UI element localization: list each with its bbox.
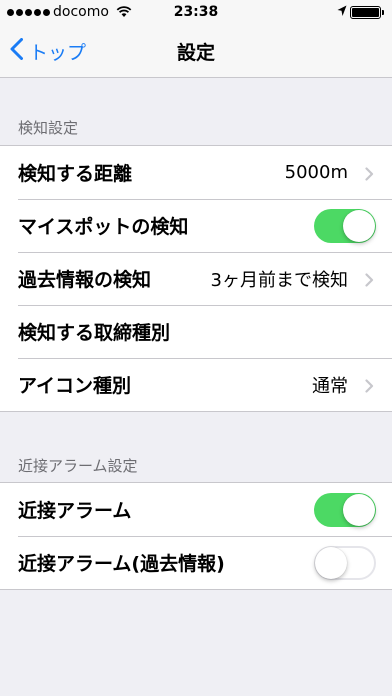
proximity-alarm-group: 近接アラーム 近接アラーム(過去情報) [0, 482, 392, 590]
row-detection-distance[interactable]: 検知する距離 5000m [0, 146, 392, 199]
chevron-right-icon [365, 378, 374, 397]
row-myspot-detection: マイスポットの検知 [0, 199, 392, 252]
section-header-detection: 検知設定 [18, 119, 79, 137]
row-label: 過去情報の検知 [18, 269, 152, 291]
status-time: 23:38 [173, 4, 219, 20]
section-header-proximity-alarm: 近接アラーム設定 [18, 457, 138, 475]
navigation-bar: トップ 設定 [0, 26, 392, 78]
proximity-alarm-toggle[interactable] [314, 493, 376, 527]
battery-icon [350, 6, 381, 19]
row-past-info-detection[interactable]: 過去情報の検知 3ヶ月前まで検知 [0, 252, 392, 305]
row-value: 5000m [284, 162, 348, 183]
location-services-icon [337, 5, 347, 21]
toggle-knob [343, 494, 375, 526]
row-icon-type[interactable]: アイコン種別 通常 [0, 358, 392, 411]
row-proximity-alarm-past: 近接アラーム(過去情報) [0, 536, 392, 589]
row-label: 検知する取締種別 [18, 322, 171, 344]
settings-screen: docomo 23:38 トップ 設定 検知設定 検知する距離 5000m マイ… [0, 0, 392, 696]
row-enforcement-types[interactable]: 検知する取締種別 [0, 305, 392, 358]
proximity-alarm-past-toggle[interactable] [314, 546, 376, 580]
myspot-detection-toggle[interactable] [314, 209, 376, 243]
row-label: マイスポットの検知 [18, 216, 189, 238]
row-label: 近接アラーム(過去情報) [18, 553, 225, 575]
chevron-right-icon [365, 166, 374, 185]
chevron-right-icon [365, 272, 374, 291]
row-value: 3ヶ月前まで検知 [210, 269, 348, 291]
row-label: 検知する距離 [18, 163, 133, 185]
page-title: 設定 [176, 42, 215, 64]
row-label: アイコン種別 [18, 375, 132, 397]
battery-level [352, 8, 379, 17]
row-proximity-alarm: 近接アラーム [0, 483, 392, 536]
toggle-knob [315, 547, 347, 579]
detection-settings-group: 検知する距離 5000m マイスポットの検知 過去情報の検知 3ヶ月前まで検知 … [0, 145, 392, 412]
row-label: 近接アラーム [18, 500, 132, 522]
toggle-knob [343, 210, 375, 242]
battery-tip [382, 10, 384, 15]
row-value: 通常 [312, 375, 348, 397]
status-bar: docomo 23:38 [0, 0, 392, 26]
